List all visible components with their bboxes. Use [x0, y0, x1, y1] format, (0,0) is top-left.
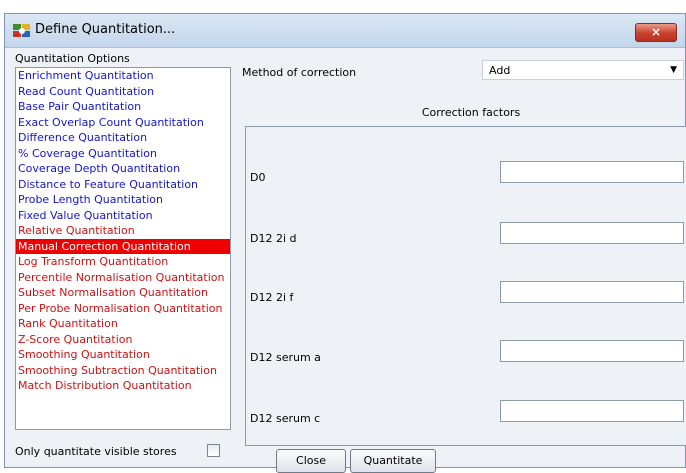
list-item[interactable]: Per Probe Normalisation Quantitation	[16, 301, 230, 317]
correction-factors-label: Correction factors	[421, 106, 521, 119]
list-item[interactable]: % Coverage Quantitation	[16, 146, 230, 162]
window-title: Define Quantitation...	[35, 22, 176, 37]
list-item[interactable]: Rank Quantitation	[16, 316, 230, 332]
app-icon	[13, 24, 30, 37]
list-item[interactable]: Manual Correction Quantitation	[16, 238, 230, 254]
quantitation-options-list[interactable]: Enrichment Quantitation Read Count Quanti…	[15, 67, 231, 430]
list-item[interactable]: Distance to Feature Quantitation	[16, 177, 230, 193]
visible-stores-label: Only quantitate visible stores	[15, 445, 177, 458]
list-item[interactable]: Log Transform Quantitation	[16, 254, 230, 270]
list-item[interactable]: Read Count Quantitation	[16, 84, 230, 100]
window-close-button[interactable]: ×	[635, 23, 677, 42]
factor-input-d0[interactable]	[500, 161, 684, 183]
title-bar[interactable]: Define Quantitation... ×	[5, 14, 685, 48]
list-item[interactable]: Fixed Value Quantitation	[16, 208, 230, 224]
method-of-correction-label: Method of correction	[242, 66, 357, 79]
factor-input-d12-serum-c[interactable]	[500, 400, 684, 422]
list-item[interactable]: Subset Normalisation Quantitation	[16, 285, 230, 301]
method-of-correction-select[interactable]: Add ▼	[482, 60, 684, 80]
list-item[interactable]: Z-Score Quantitation	[16, 332, 230, 348]
close-button[interactable]: Close	[276, 449, 346, 473]
quantitate-button[interactable]: Quantitate	[350, 449, 436, 473]
list-item[interactable]: Smoothing Subtraction Quantitation	[16, 363, 230, 379]
list-item[interactable]: Match Distribution Quantitation	[16, 378, 230, 394]
factor-input-d12-serum-a[interactable]	[500, 340, 684, 362]
factor-input-d12-2i-f[interactable]	[500, 281, 684, 303]
list-item[interactable]: Probe Length Quantitation	[16, 192, 230, 208]
define-quantitation-dialog: Define Quantitation... × Quantitation Op…	[4, 13, 686, 473]
list-item[interactable]: Coverage Depth Quantitation	[16, 161, 230, 177]
factor-label-d12-2i-d: D12 2i d	[250, 232, 297, 245]
close-icon: ×	[650, 25, 662, 39]
chevron-down-icon: ▼	[670, 65, 677, 75]
factor-label-d12-serum-c: D12 serum c	[250, 412, 321, 425]
list-item[interactable]: Difference Quantitation	[16, 130, 230, 146]
list-item[interactable]: Percentile Normalisation Quantitation	[16, 270, 230, 286]
visible-stores-checkbox[interactable]	[207, 444, 220, 457]
list-item[interactable]: Relative Quantitation	[16, 223, 230, 239]
factor-label-d0: D0	[250, 171, 266, 184]
factor-input-d12-2i-d[interactable]	[500, 222, 684, 244]
list-item[interactable]: Base Pair Quantitation	[16, 99, 230, 115]
quantitation-options-label: Quantitation Options	[15, 52, 130, 65]
factor-label-d12-serum-a: D12 serum a	[250, 351, 321, 364]
method-select-value: Add	[489, 64, 511, 77]
list-item[interactable]: Smoothing Quantitation	[16, 347, 230, 363]
list-item[interactable]: Enrichment Quantitation	[16, 68, 230, 84]
dialog-body: Quantitation Options Enrichment Quantita…	[11, 48, 686, 473]
list-item[interactable]: Exact Overlap Count Quantitation	[16, 115, 230, 131]
correction-factors-panel: D0 D12 2i d D12 2i f D12 serum a D12 ser…	[245, 126, 686, 446]
factor-label-d12-2i-f: D12 2i f	[250, 291, 294, 304]
